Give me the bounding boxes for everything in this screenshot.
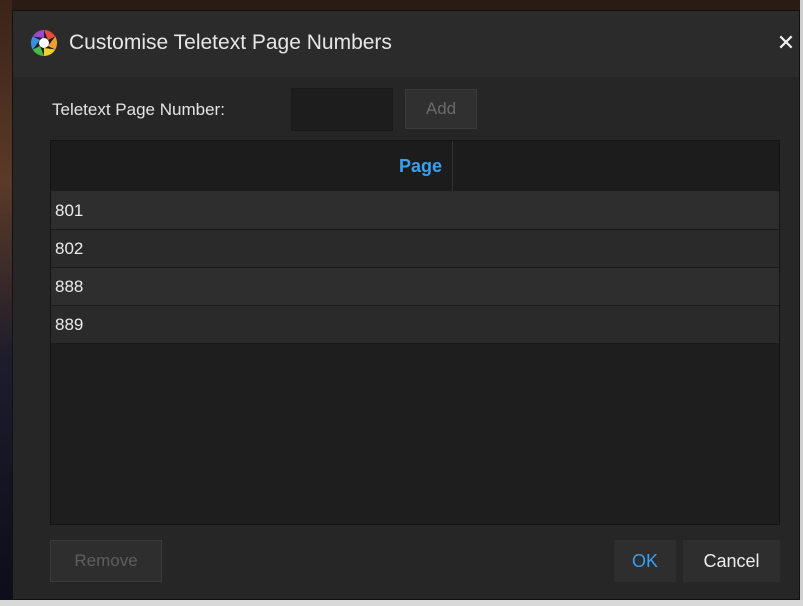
column-header-filler <box>453 141 779 191</box>
teletext-page-number-label: Teletext Page Number: <box>52 100 225 119</box>
dialog-title: Customise Teletext Page Numbers <box>69 31 392 54</box>
table-rows: 801 802 888 889 <box>51 192 779 344</box>
close-icon[interactable]: ✕ <box>773 29 799 57</box>
ok-button[interactable]: OK <box>614 540 676 582</box>
remove-button[interactable]: Remove <box>50 540 162 582</box>
cancel-button[interactable]: Cancel <box>683 540 780 582</box>
add-button[interactable]: Add <box>405 89 477 129</box>
table-row[interactable]: 889 <box>51 306 779 344</box>
page-list-table[interactable]: Page 801 802 888 889 <box>50 140 780 525</box>
dialog-titlebar[interactable]: Customise Teletext Page Numbers ✕ <box>13 11 799 77</box>
table-row[interactable]: 801 <box>51 192 779 230</box>
customise-teletext-dialog: Customise Teletext Page Numbers ✕ Telete… <box>12 10 800 600</box>
aperture-icon <box>30 29 58 57</box>
column-header-page[interactable]: Page <box>51 141 453 191</box>
table-row[interactable]: 888 <box>51 268 779 306</box>
background-desktop-top <box>0 0 803 10</box>
background-desktop-bottom <box>0 600 803 606</box>
table-header: Page <box>51 141 779 192</box>
teletext-page-number-input[interactable] <box>291 88 393 131</box>
table-row[interactable]: 802 <box>51 230 779 268</box>
background-desktop-left <box>0 0 12 606</box>
